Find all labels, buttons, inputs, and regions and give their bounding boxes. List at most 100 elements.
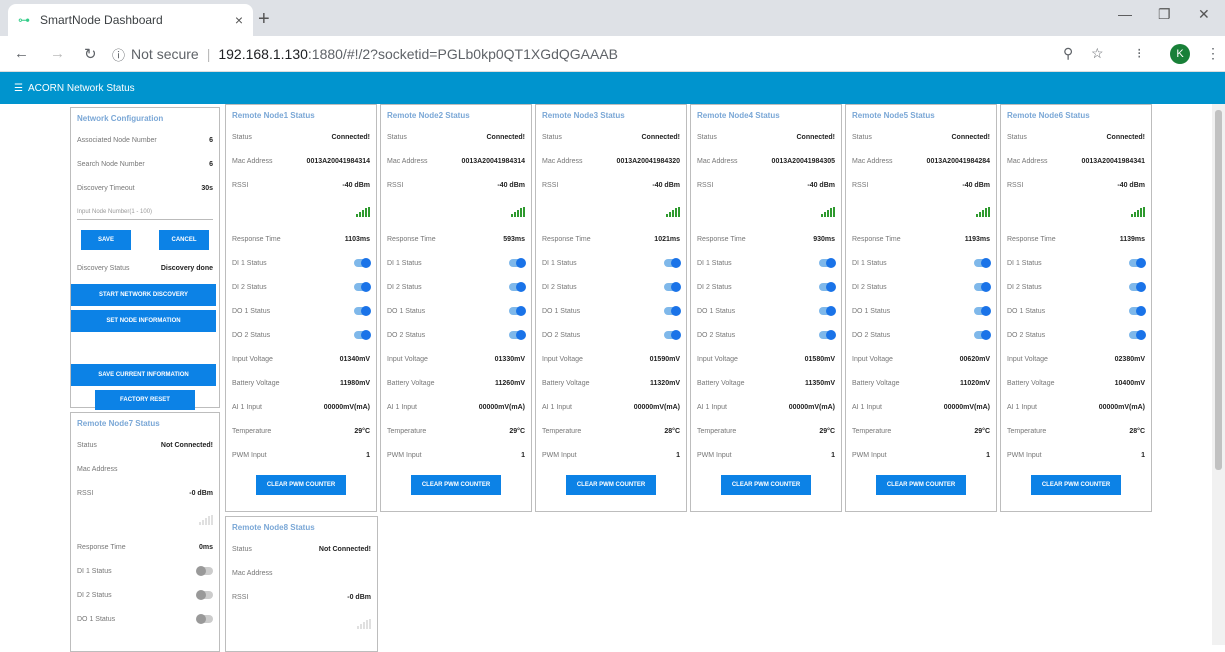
do2-toggle[interactable]	[1129, 330, 1146, 340]
extension-icon[interactable]: ⁝	[1137, 45, 1141, 62]
clear-pwm-counter-button[interactable]: CLEAR PWM COUNTER	[256, 475, 346, 495]
mac-row: Mac Address	[226, 561, 377, 585]
ai1-row: AI 1 Input 00000mV(mA)	[691, 395, 841, 419]
row-label: DO 1 Status	[1007, 307, 1046, 315]
zoom-icon[interactable]: ⚲	[1063, 45, 1073, 62]
do1-toggle[interactable]	[664, 306, 681, 316]
start-discovery-button[interactable]: START NETWORK DISCOVERY	[71, 284, 216, 306]
di1-toggle[interactable]	[354, 258, 371, 268]
forward-icon[interactable]: →	[50, 45, 65, 62]
rssi-value: -40 dBm	[962, 181, 990, 189]
input-voltage-value: 01330mV	[494, 355, 525, 363]
row-label: DI 2 Status	[77, 591, 112, 599]
reload-icon[interactable]: ↻	[84, 45, 97, 63]
di1-toggle[interactable]	[819, 258, 836, 268]
page-scrollbar[interactable]	[1212, 104, 1225, 645]
do1-toggle[interactable]	[509, 306, 526, 316]
node-number-input[interactable]: Input Node Number(1 - 100)	[77, 204, 213, 220]
do2-toggle[interactable]	[664, 330, 681, 340]
row-value: 6	[209, 136, 213, 144]
clear-pwm-counter-button[interactable]: CLEAR PWM COUNTER	[876, 475, 966, 495]
rssi-value: -40 dBm	[342, 181, 370, 189]
set-node-info-button[interactable]: SET NODE INFORMATION	[71, 310, 216, 332]
response-row: Response Time 1103ms	[226, 227, 376, 251]
do1-toggle[interactable]	[974, 306, 991, 316]
clear-pwm-counter-button[interactable]: CLEAR PWM COUNTER	[566, 475, 656, 495]
row-label: RSSI	[852, 181, 869, 189]
back-icon[interactable]: ←	[14, 45, 29, 62]
row-label: AI 1 Input	[232, 403, 262, 411]
response-value: 593ms	[503, 235, 525, 243]
di1-toggle[interactable]	[196, 566, 213, 576]
di1-toggle[interactable]	[974, 258, 991, 268]
di1-row: DI 1 Status	[381, 251, 531, 275]
battery-voltage-row: Battery Voltage 11020mV	[846, 371, 996, 395]
minimize-icon[interactable]: —	[1118, 6, 1132, 22]
input-voltage-value: 00620mV	[959, 355, 990, 363]
di1-toggle[interactable]	[664, 258, 681, 268]
discovery-status-row: Discovery Status Discovery done	[71, 256, 219, 280]
row-label: DO 1 Status	[77, 615, 116, 623]
bookmark-star-icon[interactable]: ☆	[1091, 45, 1104, 62]
card-title: Remote Node4 Status	[697, 111, 780, 120]
do2-toggle[interactable]	[819, 330, 836, 340]
do2-toggle[interactable]	[974, 330, 991, 340]
hamburger-menu-icon[interactable]: ☰	[14, 83, 23, 94]
row-label: DI 2 Status	[232, 283, 267, 291]
factory-reset-button[interactable]: FACTORY RESET	[95, 390, 195, 410]
card-title: Remote Node3 Status	[542, 111, 625, 120]
clear-pwm-counter-button[interactable]: CLEAR PWM COUNTER	[721, 475, 811, 495]
do2-toggle[interactable]	[509, 330, 526, 340]
row-label: Input Voltage	[232, 355, 273, 363]
browser-tab[interactable]: ⊶ SmartNode Dashboard ×	[8, 4, 253, 36]
row-label: DO 1 Status	[852, 307, 891, 315]
cancel-button[interactable]: CANCEL	[159, 230, 209, 250]
di2-toggle[interactable]	[1129, 282, 1146, 292]
url-field[interactable]: ⓘ Not secure | 192.168.1.130 :1880/#!/2?…	[112, 42, 1112, 66]
input-voltage-row: Input Voltage 01340mV	[226, 347, 376, 371]
close-window-icon[interactable]: ✕	[1198, 6, 1210, 23]
do1-toggle[interactable]	[819, 306, 836, 316]
signal-strength-icon	[1131, 207, 1145, 217]
pwm-value: 1	[366, 451, 370, 459]
di1-toggle[interactable]	[1129, 258, 1146, 268]
save-button[interactable]: SAVE	[81, 230, 131, 250]
maximize-icon[interactable]: ❐	[1158, 6, 1171, 23]
status-value: Connected!	[331, 133, 371, 141]
row-label: AI 1 Input	[1007, 403, 1037, 411]
row-label: Status	[232, 133, 252, 141]
di1-row: DI 1 Status	[536, 251, 686, 275]
do1-toggle[interactable]	[354, 306, 371, 316]
input-voltage-row: Input Voltage 01580mV	[691, 347, 841, 371]
do2-toggle[interactable]	[354, 330, 371, 340]
status-value: Connected!	[486, 133, 526, 141]
di2-toggle[interactable]	[509, 282, 526, 292]
info-icon[interactable]: ⓘ	[112, 45, 125, 64]
di2-toggle[interactable]	[664, 282, 681, 292]
save-current-info-button[interactable]: SAVE CURRENT INFORMATION	[71, 364, 216, 386]
row-label: DI 2 Status	[852, 283, 887, 291]
row-label: Mac Address	[1007, 157, 1048, 165]
di1-toggle[interactable]	[509, 258, 526, 268]
rssi-row: RSSI -40 dBm	[846, 173, 996, 197]
status-row: Status Not Connected!	[71, 433, 219, 457]
do1-toggle[interactable]	[196, 614, 213, 624]
di2-toggle[interactable]	[974, 282, 991, 292]
new-tab-button[interactable]: +	[258, 8, 270, 31]
do1-toggle[interactable]	[1129, 306, 1146, 316]
di2-toggle[interactable]	[196, 590, 213, 600]
di1-row: DI 1 Status	[691, 251, 841, 275]
profile-avatar[interactable]: K	[1170, 44, 1190, 64]
di2-toggle[interactable]	[819, 282, 836, 292]
signal-strength-icon	[821, 207, 835, 217]
close-tab-icon[interactable]: ×	[235, 12, 243, 28]
clear-pwm-counter-button[interactable]: CLEAR PWM COUNTER	[1031, 475, 1121, 495]
clear-pwm-counter-button[interactable]: CLEAR PWM COUNTER	[411, 475, 501, 495]
di2-toggle[interactable]	[354, 282, 371, 292]
status-row: Status Connected!	[381, 125, 531, 149]
chrome-menu-icon[interactable]: ⋮	[1206, 45, 1220, 62]
scrollbar-thumb[interactable]	[1215, 110, 1222, 470]
temperature-value: 29°C	[509, 427, 525, 435]
node3-card: Remote Node3 Status Status Connected! Mac A…	[535, 104, 687, 512]
do2-row: DO 2 Status	[536, 323, 686, 347]
